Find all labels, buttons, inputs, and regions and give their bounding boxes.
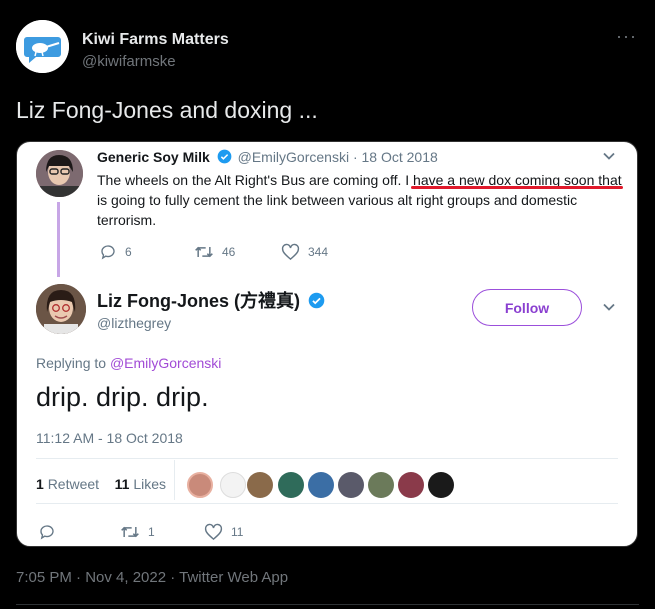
liker-avatar[interactable] — [308, 472, 334, 498]
reply-icon — [40, 525, 54, 540]
liker-avatar[interactable] — [428, 472, 454, 498]
retweet-action[interactable]: 1 — [120, 523, 155, 541]
divider — [16, 604, 639, 605]
like-count: 11 — [231, 525, 244, 539]
main-avatar[interactable] — [36, 284, 86, 334]
like-action[interactable]: 344 — [281, 243, 328, 261]
retweet-action[interactable]: 46 — [194, 243, 235, 261]
reply-action[interactable] — [38, 523, 64, 541]
main-name[interactable]: Liz Fong-Jones (方禮真) — [97, 287, 327, 313]
retweet-count: 46 — [222, 245, 236, 259]
retweet-icon — [195, 246, 213, 258]
tweet-text: Liz Fong-Jones and doxing ... — [16, 97, 318, 123]
verified-badge-icon — [308, 292, 325, 309]
red-underline-annotation — [411, 186, 623, 189]
chevron-down-icon[interactable] — [601, 148, 617, 164]
tweet-timestamp[interactable]: 7:05 PM · Nov 4, 2022 · Twitter Web App — [16, 569, 288, 586]
follow-button[interactable]: Follow — [472, 289, 582, 326]
retweet-icon — [121, 526, 139, 538]
more-options-icon[interactable]: ··· — [616, 27, 637, 45]
author-name[interactable]: Kiwi Farms Matters — [82, 31, 229, 49]
liker-avatar[interactable] — [187, 472, 213, 498]
like-action[interactable]: 11 — [204, 523, 243, 541]
quoted-header: Generic Soy Milk @EmilyGorcenski · 18 Oc… — [97, 149, 438, 165]
reply-count: 6 — [125, 245, 132, 259]
quoted-body: The wheels on the Alt Right's Bus are co… — [97, 170, 627, 230]
retweets-stat-count: 1 — [36, 476, 44, 492]
heart-icon — [281, 243, 300, 261]
replying-mention-link[interactable]: @EmilyGorcenski — [110, 355, 221, 371]
main-timestamp[interactable]: 11:12 AM - 18 Oct 2018 — [36, 430, 183, 446]
quoted-avatar — [36, 150, 83, 197]
liker-avatar[interactable] — [398, 472, 424, 498]
stats-divider — [174, 460, 175, 500]
main-name-text: Liz Fong-Jones (方禮真) — [97, 291, 300, 311]
kiwi-farms-avatar[interactable] — [16, 20, 69, 73]
liker-avatar[interactable] — [220, 472, 246, 498]
bird-logo-icon — [16, 20, 69, 73]
quoted-name[interactable]: Generic Soy Milk — [97, 149, 210, 165]
likes-stat-count: 11 — [114, 476, 130, 492]
liker-avatar[interactable] — [278, 472, 304, 498]
quoted-handle[interactable]: @EmilyGorcenski — [238, 149, 349, 165]
replying-to: Replying to @EmilyGorcenski — [36, 355, 221, 371]
divider — [36, 458, 618, 459]
liker-avatar[interactable] — [338, 472, 364, 498]
likes-stat-label: Likes — [133, 476, 166, 492]
author-handle[interactable]: @kiwifarmske — [82, 53, 176, 70]
reply-action[interactable]: 6 — [99, 243, 132, 261]
liker-avatar[interactable] — [368, 472, 394, 498]
thread-connector-line — [57, 202, 60, 277]
embedded-tweet-image[interactable]: Generic Soy Milk @EmilyGorcenski · 18 Oc… — [16, 141, 638, 547]
engagement-stats: 1 Retweet 11 Likes — [36, 476, 166, 492]
quoted-date[interactable]: 18 Oct 2018 — [362, 149, 438, 165]
verified-badge-icon — [217, 149, 232, 164]
main-handle[interactable]: @lizthegrey — [97, 315, 171, 331]
heart-icon — [204, 523, 223, 541]
main-tweet-text: drip. drip. drip. — [36, 382, 209, 412]
divider — [36, 503, 618, 504]
chevron-down-icon[interactable] — [601, 299, 617, 315]
liker-avatar[interactable] — [247, 472, 273, 498]
retweets-stat-label: Retweet — [47, 476, 100, 492]
quoted-body-start: The wheels on the Alt Right's Bus are co… — [97, 172, 406, 188]
retweet-count: 1 — [148, 525, 155, 539]
retweets-stat[interactable]: 1 Retweet — [36, 476, 99, 492]
replying-prefix: Replying to — [36, 355, 110, 371]
separator-dot: · — [352, 149, 358, 165]
likes-stat[interactable]: 11 Likes — [115, 476, 166, 492]
reply-icon — [101, 245, 115, 260]
like-count: 344 — [308, 245, 329, 259]
